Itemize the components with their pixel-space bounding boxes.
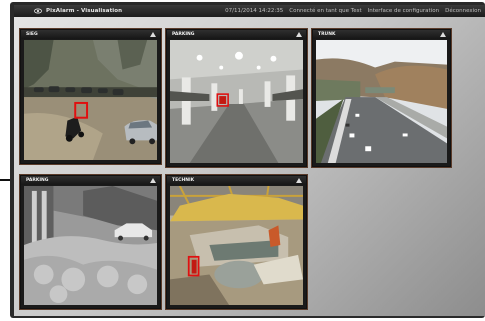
camera-header: SIEG xyxy=(21,30,160,39)
camera-label: TRUNK xyxy=(318,32,336,37)
camera-tile-3[interactable]: TRUNK xyxy=(312,29,451,167)
logout-link[interactable]: Déconnexion xyxy=(445,5,481,17)
expand-icon[interactable] xyxy=(440,32,446,37)
camera-feed[interactable] xyxy=(24,186,157,305)
expand-icon[interactable] xyxy=(296,178,302,183)
eye-icon xyxy=(34,8,42,14)
camera-feed[interactable] xyxy=(316,40,447,163)
camera-feed[interactable] xyxy=(170,186,303,305)
expand-icon[interactable] xyxy=(296,32,302,37)
datetime-label: 07/11/2014 14:22:35 xyxy=(225,8,284,14)
camera-feed[interactable] xyxy=(170,40,303,163)
camera-label: PARKING xyxy=(172,32,195,37)
camera-tile-5[interactable]: TECHNIK xyxy=(166,175,307,309)
user-status-label: Connecté en tant que Test xyxy=(289,8,362,14)
camera-header: TECHNIK xyxy=(167,176,306,185)
title-bar: PixAlarm - Visualisation 07/11/2014 14:2… xyxy=(14,5,485,17)
camera-header: PARKING xyxy=(21,176,160,185)
camera-feed[interactable] xyxy=(24,40,157,160)
camera-label: SIEG xyxy=(26,32,38,37)
camera-label: PARKING xyxy=(26,178,49,183)
expand-icon[interactable] xyxy=(150,178,156,183)
camera-label: TECHNIK xyxy=(172,178,195,183)
camera-header: PARKING xyxy=(167,30,306,39)
camera-header: TRUNK xyxy=(313,30,450,39)
expand-icon[interactable] xyxy=(150,32,156,37)
camera-tile-1[interactable]: SIEG xyxy=(20,29,161,164)
config-link[interactable]: Interface de configuration xyxy=(368,5,439,17)
camera-tile-4[interactable]: PARKING xyxy=(20,175,161,309)
camera-grid: SIEG PARKING TRUNK PARKING TECHNIK xyxy=(14,17,485,316)
app-title: PixAlarm - Visualisation xyxy=(46,8,123,14)
camera-tile-2[interactable]: PARKING xyxy=(166,29,307,167)
